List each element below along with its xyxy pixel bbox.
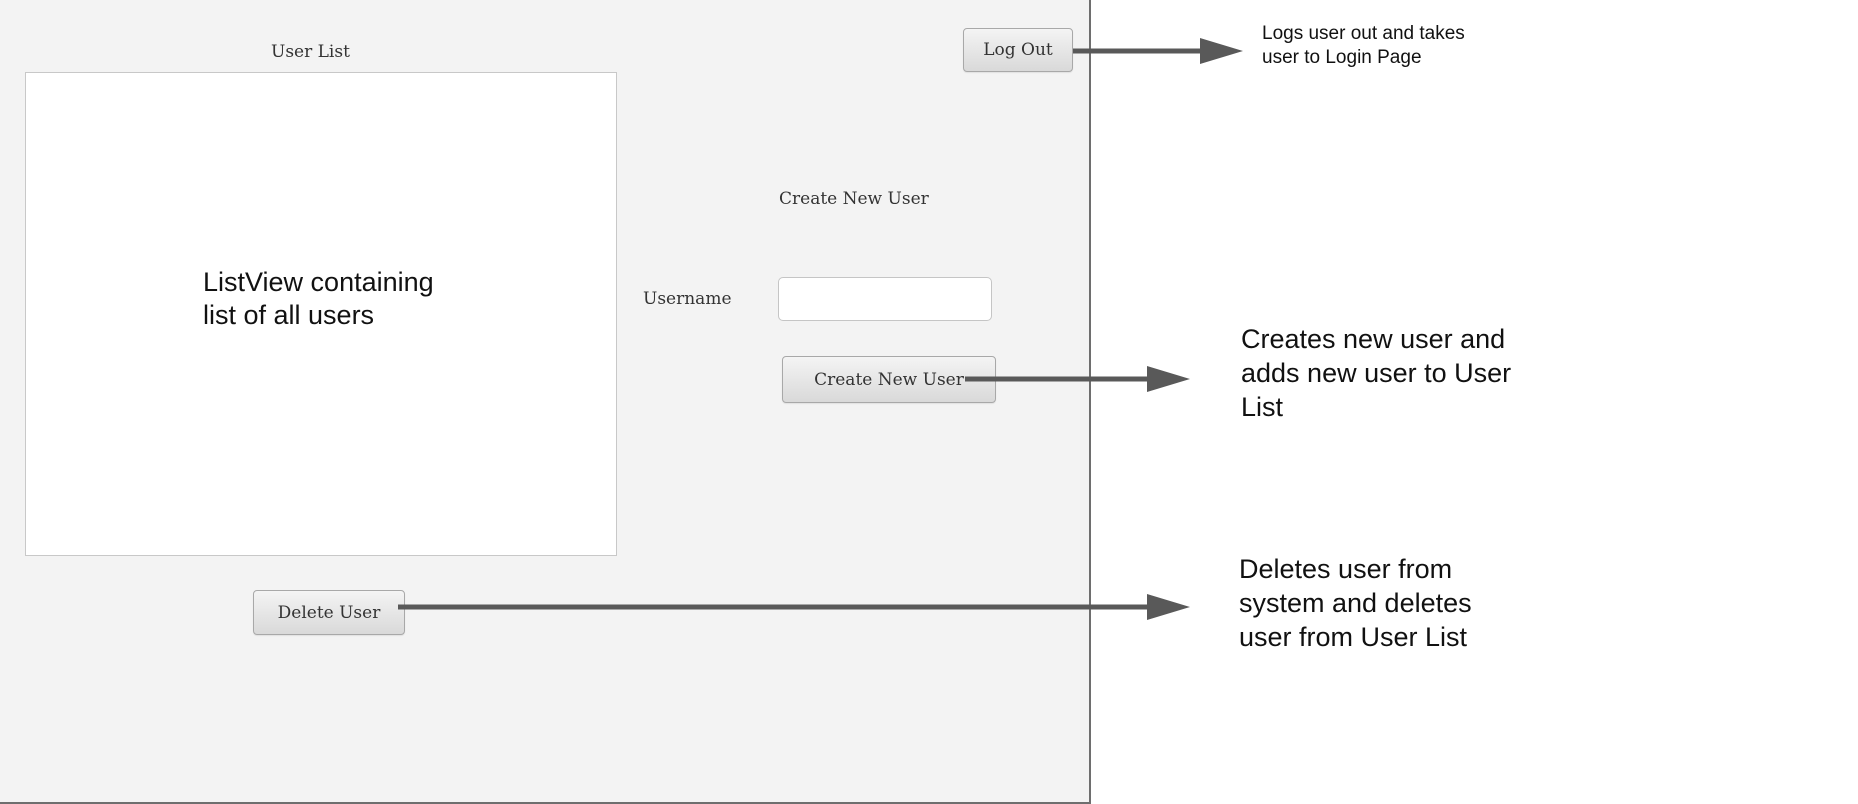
create-user-section-title: Create New User: [779, 189, 929, 209]
log-out-button[interactable]: Log Out: [963, 28, 1073, 72]
delete-annotation: Deletes user from system and deletes use…: [1239, 554, 1472, 652]
logout-arrow: [1073, 38, 1243, 64]
logout-annotation: Logs user out and takes user to Login Pa…: [1262, 23, 1465, 68]
user-list-view[interactable]: ListView containing list of all users: [25, 72, 617, 556]
username-label: Username: [643, 289, 732, 309]
create-annotation: Creates new user and adds new user to Us…: [1241, 324, 1512, 422]
username-input[interactable]: [778, 277, 992, 321]
delete-user-button[interactable]: Delete User: [253, 590, 405, 635]
admin-window: User List ListView containing list of al…: [0, 0, 1091, 804]
create-new-user-button[interactable]: Create New User: [782, 356, 996, 403]
list-placeholder-text: ListView containing list of all users: [203, 267, 434, 330]
user-list-title: User List: [271, 42, 350, 62]
